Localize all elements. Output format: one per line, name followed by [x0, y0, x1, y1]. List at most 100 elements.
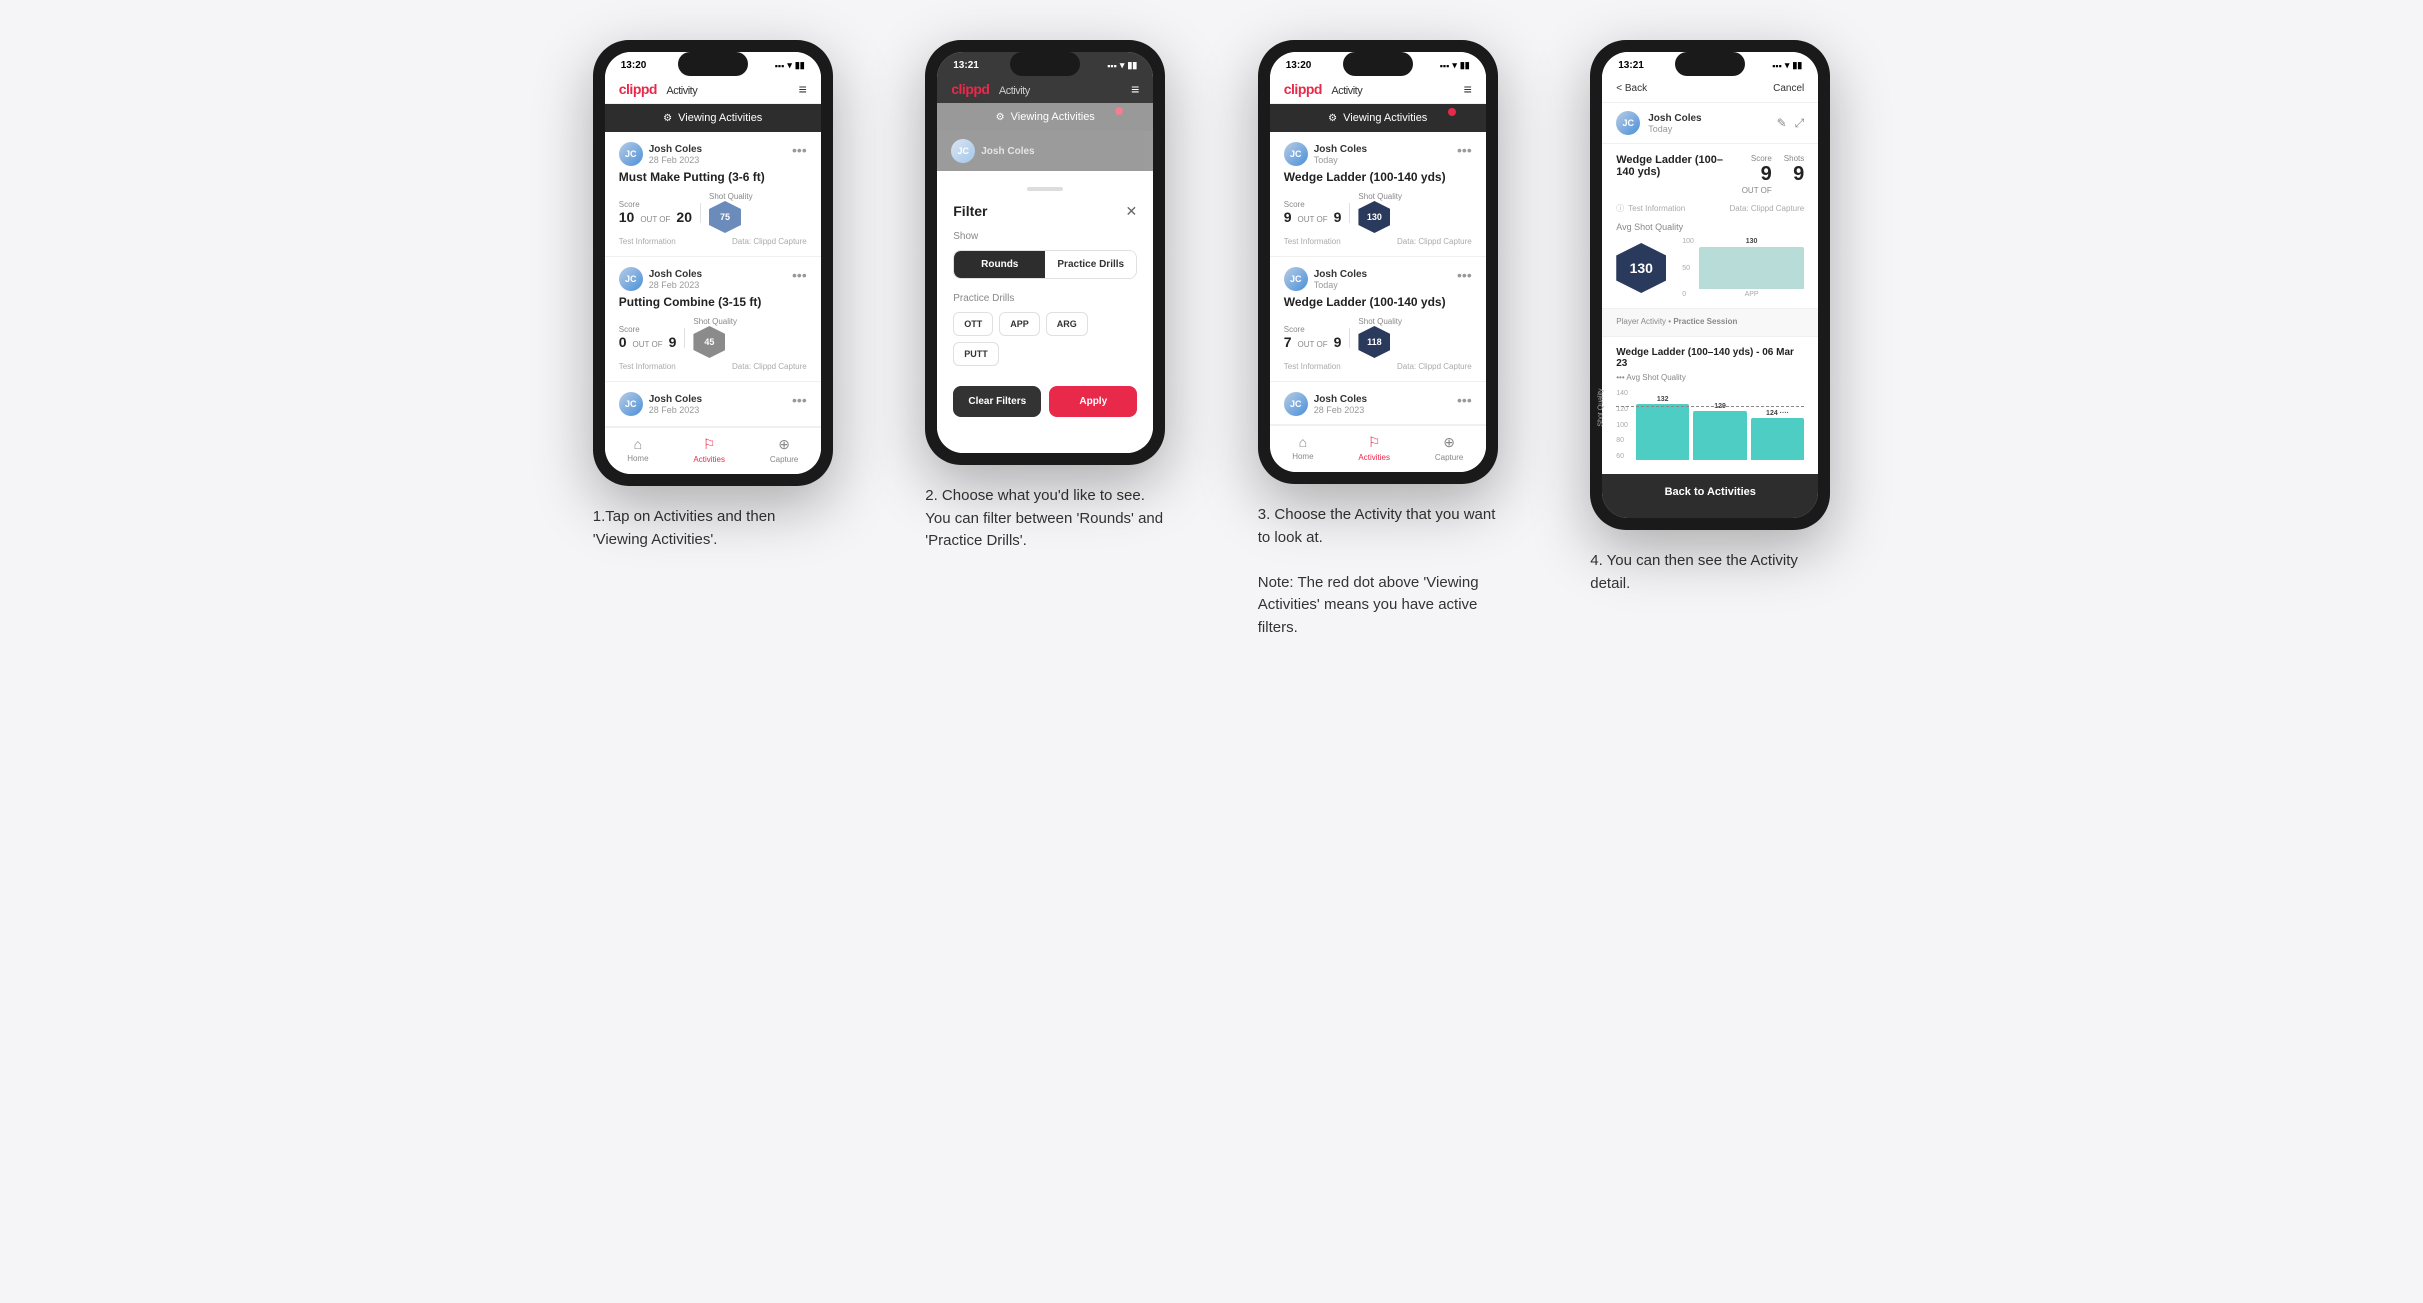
mini-bar-3 [1751, 418, 1804, 460]
activity-card-3-2[interactable]: JC Josh Coles Today ••• Wedge Ladder (10… [1270, 257, 1486, 382]
mini-y-140: 140 [1616, 390, 1628, 397]
more-dots-3-2[interactable]: ••• [1457, 267, 1472, 283]
card-footer-3-2: Test Information Data: Clippd Capture [1284, 362, 1472, 371]
more-dots-1-2[interactable]: ••• [792, 267, 807, 283]
footer-left-3-1: Test Information [1284, 237, 1341, 246]
outof-label-4: OUT OF [1742, 186, 1772, 195]
drill-tag-putt[interactable]: PUTT [953, 342, 999, 366]
sq-col-3-2: Shot Quality 118 [1358, 317, 1402, 358]
back-to-activities-btn-4[interactable]: Back to Activities [1602, 474, 1818, 510]
modal-close-2[interactable]: ✕ [1126, 203, 1138, 220]
info-label-4: Test Information [1628, 204, 1685, 213]
activity-label-1: Activity [666, 85, 697, 97]
mini-bar-label-2: 129 [1714, 403, 1726, 410]
phone-screen-3: 13:20 ▪▪▪ ▾ ▮▮ clippd Activity ≡ ⚙ Viewi… [1270, 52, 1486, 472]
edit-icon-4[interactable]: ✎ [1777, 116, 1787, 131]
stats-row-1-1: Score 10 OUT OF 20 Shot Quality 75 [619, 192, 807, 233]
practice-drills-toggle-2[interactable]: Practice Drills [1045, 251, 1136, 278]
hamburger-3[interactable]: ≡ [1464, 81, 1472, 97]
shots-label-4: Shots [1784, 154, 1804, 163]
detail-user-info-4: JC Josh Coles Today [1616, 111, 1701, 135]
shot-quality-y-label-4: Shot Quality [1602, 388, 1605, 426]
footer-right-1-1: Data: Clippd Capture [732, 237, 807, 246]
shots-value-1-2: 9 [669, 334, 677, 350]
step-2-column: 13:21 ▪▪▪ ▾ ▮▮ clippd Activity ≡ ⚙ Viewi… [894, 40, 1197, 553]
activity-card-1-2[interactable]: JC Josh Coles 28 Feb 2023 ••• Putting Co… [605, 257, 821, 382]
card-header-1-2: JC Josh Coles 28 Feb 2023 ••• [619, 267, 807, 291]
more-dots-1-3[interactable]: ••• [792, 392, 807, 408]
phone-1: 13:20 ▪▪▪ ▾ ▮▮ clippd Activity ≡ ⚙ [593, 40, 833, 486]
hamburger-1[interactable]: ≡ [799, 81, 807, 97]
caption-4: 4. You can then see the Activity detail. [1590, 550, 1830, 595]
sq-label-3-1: Shot Quality [1358, 192, 1402, 201]
score-label-3-1: Score [1284, 200, 1342, 209]
sq-col-1-1: Shot Quality 75 [709, 192, 753, 233]
user-name-3-2: Josh Coles [1314, 269, 1367, 280]
nav-activities-3[interactable]: ⚐ Activities [1358, 434, 1390, 462]
phone-notch-2 [1010, 52, 1080, 76]
filter-icon-1: ⚙ [663, 113, 672, 124]
stats-row-1-2: Score 0 OUT OF 9 Shot Quality 45 [619, 317, 807, 358]
nav-activities-label-1: Activities [693, 455, 725, 464]
nav-capture-1[interactable]: ⊕ Capture [770, 436, 798, 464]
activity-label-2: Activity [999, 85, 1030, 97]
phone-screen-2: 13:21 ▪▪▪ ▾ ▮▮ clippd Activity ≡ ⚙ Viewi… [937, 52, 1153, 453]
sq-value-3-1: 130 [1367, 212, 1382, 222]
user-date-1-3: 28 Feb 2023 [649, 405, 702, 415]
back-button-4[interactable]: < Back [1616, 83, 1647, 94]
logo-3: clippd Activity [1284, 81, 1362, 97]
nav-capture-3[interactable]: ⊕ Capture [1435, 434, 1463, 462]
phone-notch-4 [1675, 52, 1745, 76]
stat-divider-1-1 [700, 203, 701, 223]
user-details-3-1: Josh Coles Today [1314, 144, 1367, 165]
wifi-icon-3: ▾ [1452, 60, 1457, 71]
page-container: 13:20 ▪▪▪ ▾ ▮▮ clippd Activity ≡ ⚙ [562, 40, 1862, 639]
capture-icon-3: ⊕ [1443, 434, 1455, 451]
activity-card-3-1[interactable]: JC Josh Coles Today ••• Wedge Ladder (10… [1270, 132, 1486, 257]
drill-tag-app[interactable]: APP [999, 312, 1040, 336]
drill-tag-ott[interactable]: OTT [953, 312, 993, 336]
nav-activities-1[interactable]: ⚐ Activities [693, 436, 725, 464]
mini-bar-col-1: 132 [1636, 390, 1689, 460]
rounds-toggle-2[interactable]: Rounds [954, 251, 1045, 278]
drill-tag-arg[interactable]: ARG [1046, 312, 1088, 336]
score-label-1-1: Score [619, 200, 692, 209]
practice-drills-label-2: Practice Drills [953, 293, 1137, 304]
user-info-3-3: JC Josh Coles 28 Feb 2023 [1284, 392, 1367, 416]
cancel-button-4[interactable]: Cancel [1773, 83, 1804, 94]
user-date-1-1: 28 Feb 2023 [649, 155, 702, 165]
activities-icon-3: ⚐ [1368, 434, 1381, 451]
user-info-1-2: JC Josh Coles 28 Feb 2023 [619, 267, 702, 291]
nav-home-1[interactable]: ⌂ Home [627, 436, 648, 464]
viewing-bar-3[interactable]: ⚙ Viewing Activities [1270, 104, 1486, 132]
apply-btn-2[interactable]: Apply [1049, 386, 1137, 417]
user-date-1-2: 28 Feb 2023 [649, 280, 702, 290]
nav-activities-label-3: Activities [1358, 453, 1390, 462]
hamburger-2[interactable]: ≡ [1131, 81, 1139, 97]
wifi-icon-4: ▾ [1785, 60, 1790, 71]
user-name-3-3: Josh Coles [1314, 394, 1367, 405]
info-icon-4: ⓘ [1616, 203, 1624, 214]
viewing-bar-2[interactable]: ⚙ Viewing Activities [937, 103, 1153, 131]
viewing-bar-wrap-1: ⚙ Viewing Activities [605, 104, 821, 132]
detail-info-row-4: ⓘ Test Information Data: Clippd Capture [1616, 203, 1804, 214]
detail-user-date-4: Today [1648, 124, 1701, 134]
nav-home-3[interactable]: ⌂ Home [1292, 434, 1313, 462]
viewing-bar-1[interactable]: ⚙ Viewing Activities [605, 104, 821, 132]
nav-home-label-3: Home [1292, 452, 1313, 461]
mini-y-120: 120 [1616, 406, 1628, 413]
nav-capture-label-1: Capture [770, 455, 798, 464]
activity-card-1-1[interactable]: JC Josh Coles 28 Feb 2023 ••• Must Make … [605, 132, 821, 257]
expand-icon-4[interactable]: ⤢ [1795, 116, 1805, 131]
clear-filters-btn-2[interactable]: Clear Filters [953, 386, 1041, 417]
user-details-1-2: Josh Coles 28 Feb 2023 [649, 269, 702, 290]
footer-right-1-2: Data: Clippd Capture [732, 362, 807, 371]
sq-badge-1-1: 75 [709, 201, 741, 233]
sq-badge-3-2: 118 [1358, 326, 1390, 358]
more-dots-3-3[interactable]: ••• [1457, 392, 1472, 408]
more-dots-3-1[interactable]: ••• [1457, 142, 1472, 158]
mini-chart-title-4: Wedge Ladder (100–140 yds) - 06 Mar 23 [1616, 347, 1804, 369]
more-dots-1-1[interactable]: ••• [792, 142, 807, 158]
sq-badge-3-1: 130 [1358, 201, 1390, 233]
score-value-3-1: 9 [1284, 209, 1292, 225]
